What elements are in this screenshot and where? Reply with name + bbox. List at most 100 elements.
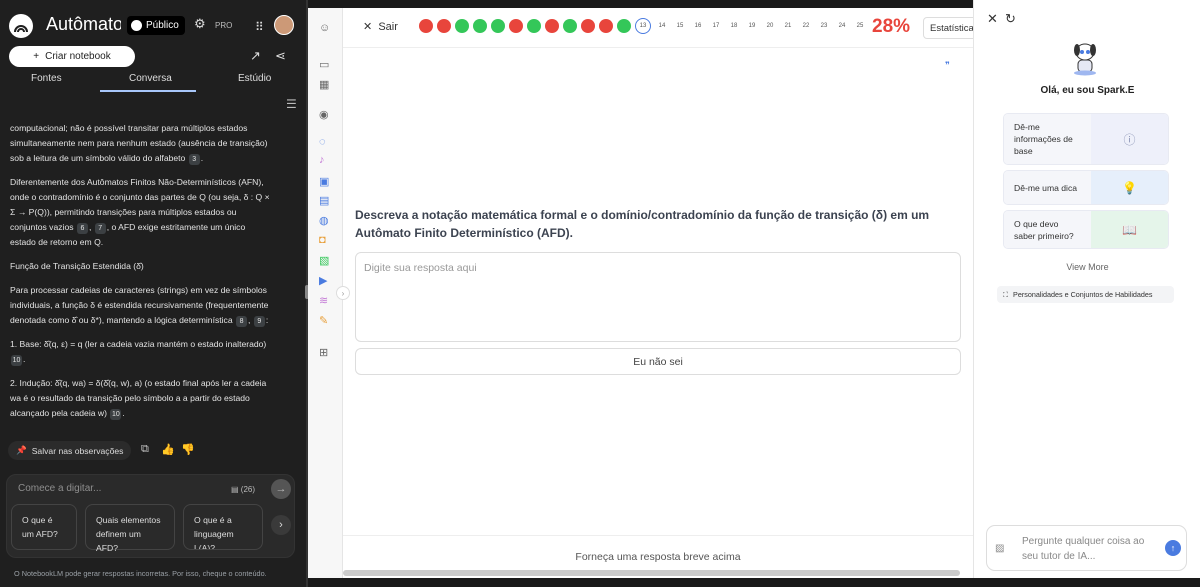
plus-icon: + [33,51,40,62]
question-progress: 13 14 15 16 17 18 19 20 21 22 23 24 25 [419,18,867,34]
progress-dot-18[interactable]: 18 [727,19,741,33]
notebook-panel: Autômatos F Público ⚙ PRO ⠿ +Criar noteb… [0,0,306,587]
stats-button[interactable]: Estatística [923,17,978,39]
audio-wave-icon[interactable]: ≋ [319,294,328,307]
citation-chip[interactable]: 10 [110,409,122,420]
progress-dot-12[interactable] [617,19,631,33]
apps-grid-icon[interactable]: ⠿ [255,20,264,34]
progress-dot-4[interactable] [473,19,487,33]
edit-icon[interactable]: ✎ [319,314,328,327]
avatar[interactable] [274,15,294,35]
progress-dot-7[interactable] [527,19,541,33]
citation-chip[interactable]: 7 [94,223,106,234]
share-icon[interactable]: ⋖ [275,48,286,64]
refresh-icon[interactable]: ↻ [1005,11,1016,27]
book-icon: 📖 [1091,211,1168,248]
suggestion-chip[interactable]: O que é a linguagem L(A)? [183,504,263,550]
document-icon: ▤ [231,485,239,494]
exit-button[interactable]: ✕ Sair [363,20,398,33]
create-notebook-button[interactable]: + Criar notebook [9,46,135,67]
progress-dot-20[interactable]: 20 [763,19,777,33]
citation-chip[interactable]: 3 [188,154,200,165]
mascot-icon[interactable]: ☺ [319,22,330,34]
public-badge[interactable]: Público [127,16,185,35]
progress-dot-17[interactable]: 17 [709,19,723,33]
progress-dot-10[interactable] [581,19,595,33]
first-steps-card[interactable]: O que devo saber primeiro? 📖 [1003,210,1169,249]
cards-icon[interactable]: ▣ [319,175,329,188]
view-more-link[interactable]: View More [974,262,1200,272]
progress-dot-21[interactable]: 21 [781,19,795,33]
progress-dot-6[interactable] [509,19,523,33]
copy-icon[interactable]: ⧉ [141,443,149,456]
progress-dot-2[interactable] [437,19,451,33]
tab-estudio[interactable]: Estúdio [238,73,271,84]
citation-chip[interactable]: 9 [253,316,265,327]
progress-dot-9[interactable] [563,19,577,33]
calendar-icon[interactable]: ▦ [319,78,329,91]
progress-dot-14[interactable]: 14 [655,19,669,33]
pro-badge: PRO [215,21,233,30]
progress-dot-24[interactable]: 24 [835,19,849,33]
close-icon: ✕ [363,21,373,33]
send-button[interactable]: ↑ [1165,540,1181,556]
thumbs-up-icon[interactable]: 👍 [161,443,175,456]
progress-dot-25[interactable]: 25 [853,19,867,33]
tutor-input[interactable]: Pergunte qualquer coisa ao seu tutor de … [1022,534,1162,564]
analytics-icon[interactable]: ↗ [250,48,261,64]
progress-dot-11[interactable] [599,19,613,33]
chat-icon[interactable]: ◌ [319,136,326,148]
hint-card[interactable]: Dê-me uma dica 💡 [1003,170,1169,205]
progress-dot-8[interactable] [545,19,559,33]
answer-input[interactable]: Digite sua resposta aqui [355,252,961,342]
progress-dot-3[interactable] [455,19,469,33]
disclaimer: O NotebookLM pode gerar respostas incorr… [14,569,267,578]
quiz-icon[interactable]: ▤ [319,194,329,207]
folder-icon[interactable]: ▭ [319,58,329,71]
citation-chip[interactable]: 8 [236,316,248,327]
close-icon[interactable]: ✕ [987,11,998,27]
pin-icon: 📌 [16,445,27,455]
video-icon[interactable]: ▶ [319,274,327,287]
thumbs-down-icon[interactable]: 👎 [181,443,195,456]
citation-chip[interactable]: 10 [11,355,22,366]
game-icon[interactable]: ◘ [319,234,326,246]
notebooklm-logo-icon[interactable] [9,14,33,38]
progress-dot-1[interactable] [419,19,433,33]
progress-dot-19[interactable]: 19 [745,19,759,33]
tab-fontes[interactable]: Fontes [31,73,62,84]
expand-rail-button[interactable]: › [336,286,350,300]
tutor-icon[interactable]: ◍ [319,214,329,227]
personalities-button[interactable]: ⛶ Personalidades e Conjuntos de Habilidad… [997,286,1174,303]
progress-dot-16[interactable]: 16 [691,19,705,33]
lightbulb-icon: 💡 [1091,171,1168,204]
gear-icon[interactable]: ⚙ [194,17,206,30]
microphone-icon[interactable]: ♪ [319,154,325,166]
score-percent: 28% [872,16,911,37]
add-document-icon[interactable]: ⊞ [319,346,328,359]
notebook-title[interactable]: Autômatos F [46,14,121,35]
section-heading: Função de Transição Estendida (δ̂) [10,261,144,271]
progress-dot-13[interactable]: 13 [635,18,651,34]
suggestion-chip[interactable]: Quais elementos definem um AFD? [85,504,175,553]
citation-chip[interactable]: 6 [76,223,88,234]
progress-dot-23[interactable]: 23 [817,19,831,33]
send-button[interactable]: → [271,479,291,499]
question-text: Descreva a notação matemática formal e o… [355,208,930,240]
tutor-greeting: Olá, eu sou Spark.E [1040,85,1135,96]
progress-dot-5[interactable] [491,19,505,33]
save-to-notes-button[interactable]: 📌 Salvar nas observações [8,441,132,460]
base-info-card[interactable]: Dê-me informações de base ⓘ [1003,113,1169,165]
notes-icon[interactable]: ▧ [319,254,329,267]
image-attach-icon[interactable]: ▨ [995,543,1004,554]
suggestion-chip[interactable]: O que é um AFD? [11,504,77,550]
chevron-right-icon[interactable]: › [271,515,291,535]
progress-dot-15[interactable]: 15 [673,19,687,33]
tab-conversa[interactable]: Conversa [129,73,172,84]
chat-input[interactable]: Comece a digitar... [18,483,101,494]
dont-know-button[interactable]: Eu não sei [355,348,961,375]
progress-dot-22[interactable]: 22 [799,19,813,33]
filter-settings-icon[interactable]: ☰ [286,97,297,111]
horizontal-scrollbar[interactable] [343,570,960,576]
record-icon[interactable]: ◉ [319,108,329,121]
